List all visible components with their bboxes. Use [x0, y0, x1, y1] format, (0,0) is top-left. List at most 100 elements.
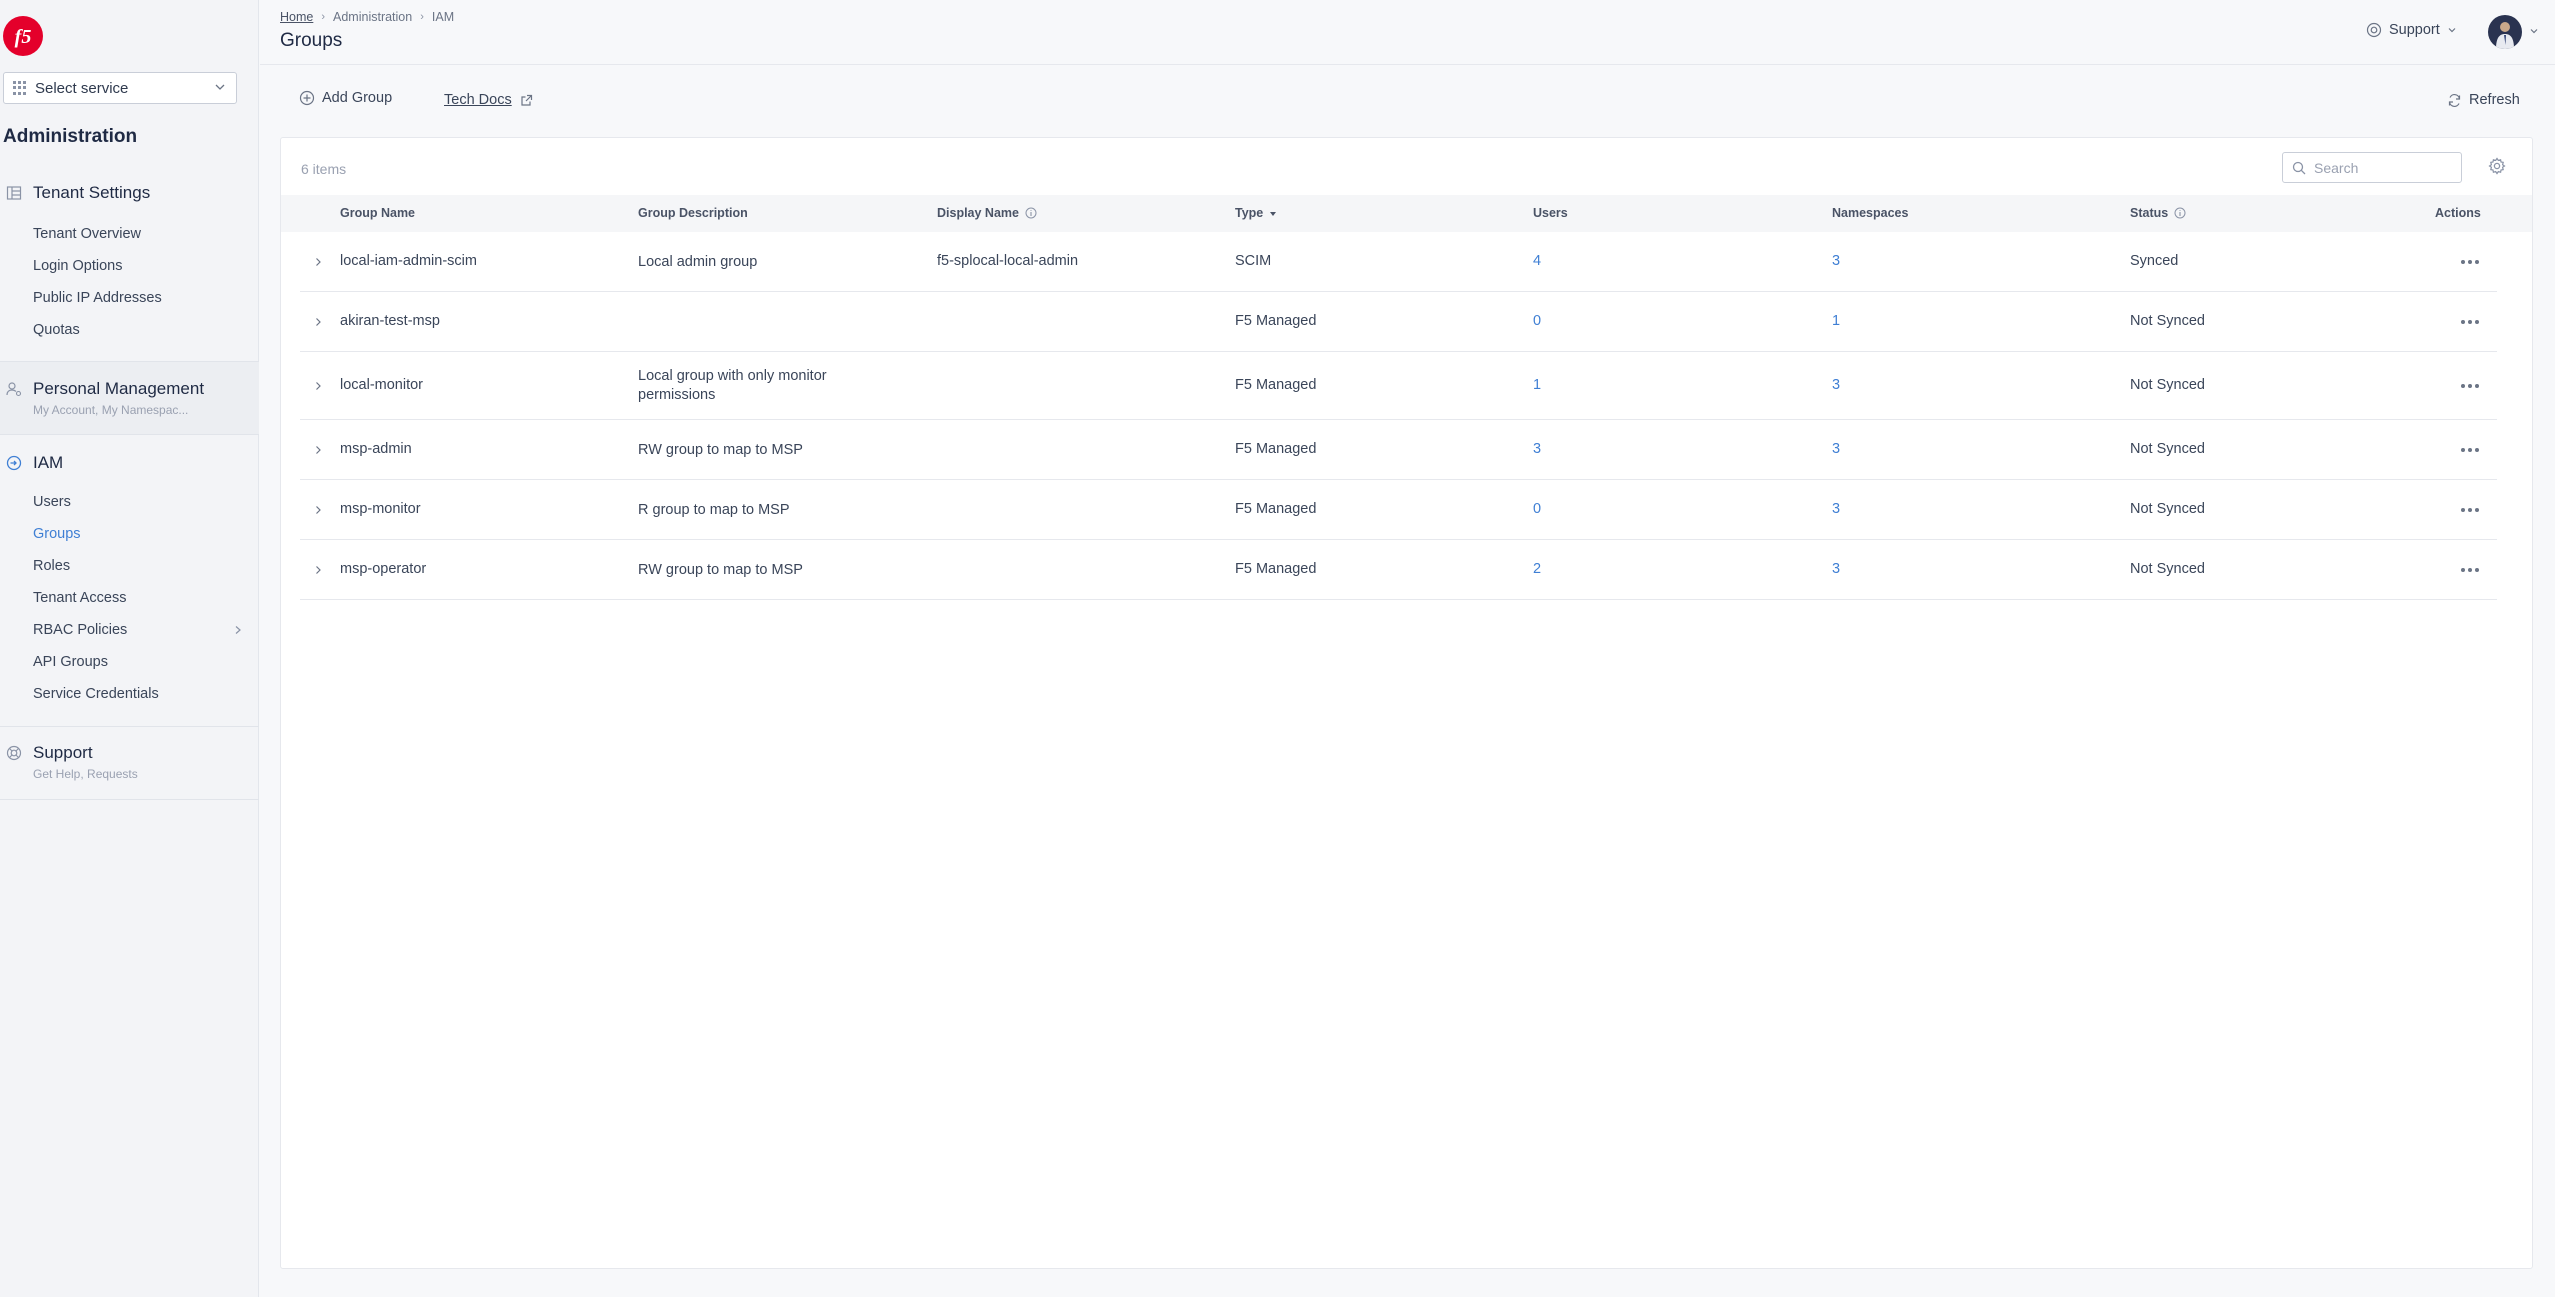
select-service-dropdown[interactable]: Select service [3, 72, 237, 104]
page-title: Groups [280, 30, 343, 51]
sidebar-item-login-options[interactable]: Login Options [33, 258, 122, 274]
group-description: RW group to map to MSP [638, 562, 803, 578]
namespaces-count-link[interactable]: 3 [1832, 377, 1840, 393]
table-header: Group Name Group Description Display Nam… [281, 195, 2532, 232]
sidebar-item-public-ip-addresses[interactable]: Public IP Addresses [33, 290, 162, 306]
sidebar-section-iam[interactable]: IAM [33, 453, 63, 473]
group-name: msp-admin [340, 441, 412, 457]
support-label: Support [2389, 22, 2440, 38]
column-header-group-description[interactable]: Group Description [638, 206, 748, 220]
chevron-down-icon[interactable] [2529, 26, 2539, 36]
sync-status: Not Synced [2130, 313, 2205, 329]
search-field[interactable] [2282, 152, 2462, 183]
chevron-right-icon[interactable] [313, 565, 323, 575]
breadcrumb-separator-icon: › [321, 11, 326, 23]
more-actions-icon[interactable] [2460, 507, 2480, 513]
chevron-right-icon[interactable] [313, 381, 323, 391]
table-row[interactable]: msp-admin RW group to map to MSP F5 Mana… [300, 420, 2497, 480]
column-header-users[interactable]: Users [1533, 206, 1568, 220]
sidebar-item-quotas[interactable]: Quotas [33, 322, 80, 338]
sidebar-divider [0, 726, 259, 727]
sort-down-icon[interactable] [1269, 208, 1277, 218]
column-label: Group Name [340, 206, 416, 220]
namespaces-count-link[interactable]: 1 [1832, 313, 1840, 329]
search-input[interactable] [2314, 159, 2454, 176]
users-count-link[interactable]: 1 [1533, 377, 1541, 393]
plus-circle-icon [299, 90, 315, 106]
group-description: Local admin group [638, 254, 758, 270]
sidebar-item-api-groups[interactable]: API Groups [33, 654, 108, 670]
sidebar-item-users[interactable]: Users [33, 494, 71, 510]
users-count-link[interactable]: 0 [1533, 313, 1541, 329]
sidebar-item-service-credentials[interactable]: Service Credentials [33, 686, 159, 702]
tech-docs-link[interactable]: Tech Docs [444, 92, 533, 108]
group-type: F5 Managed [1235, 561, 1317, 577]
group-name: akiran-test-msp [340, 313, 440, 329]
more-actions-icon[interactable] [2460, 447, 2480, 453]
table-row[interactable]: akiran-test-msp F5 Managed 0 1 Not Synce… [300, 292, 2497, 352]
column-label: Status [2130, 206, 2169, 220]
chevron-right-icon[interactable] [313, 505, 323, 515]
table-row[interactable]: local-monitor Local group with only moni… [300, 352, 2497, 420]
namespaces-count-link[interactable]: 3 [1832, 441, 1840, 457]
column-header-type[interactable]: Type [1235, 206, 1277, 220]
column-label: Namespaces [1832, 206, 1909, 220]
sidebar-item-tenant-access[interactable]: Tenant Access [33, 590, 127, 606]
table-row[interactable]: msp-operator RW group to map to MSP F5 M… [300, 540, 2497, 600]
namespaces-count-link[interactable]: 3 [1832, 501, 1840, 517]
group-description: R group to map to MSP [638, 502, 790, 518]
refresh-button[interactable]: Refresh [2447, 92, 2520, 108]
namespaces-count-link[interactable]: 3 [1832, 561, 1840, 577]
group-type: F5 Managed [1235, 501, 1317, 517]
table-row[interactable]: msp-monitor R group to map to MSP F5 Man… [300, 480, 2497, 540]
group-type: F5 Managed [1235, 313, 1317, 329]
support-menu-button[interactable]: Support [2366, 22, 2457, 38]
person-gear-icon [6, 382, 22, 397]
breadcrumb-home[interactable]: Home [280, 10, 313, 24]
users-count-link[interactable]: 3 [1533, 441, 1541, 457]
sidebar-section-tenant-settings[interactable]: Tenant Settings [33, 183, 150, 203]
personal-management-subtitle: My Account, My Namespac... [33, 403, 189, 417]
group-description: RW group to map to MSP [638, 442, 803, 458]
chevron-right-icon[interactable] [313, 445, 323, 455]
more-actions-icon[interactable] [2460, 259, 2480, 265]
column-header-display-name[interactable]: Display Name [937, 206, 1037, 220]
chevron-right-icon[interactable] [313, 257, 323, 267]
sidebar-section-support[interactable]: Support [33, 743, 93, 763]
sidebar-section-personal-management[interactable]: Personal Management [33, 379, 204, 399]
users-count-link[interactable]: 0 [1533, 501, 1541, 517]
users-count-link[interactable]: 2 [1533, 561, 1541, 577]
column-header-status[interactable]: Status [2130, 206, 2186, 220]
breadcrumb-administration: Administration [333, 10, 413, 24]
column-label: Users [1533, 206, 1568, 220]
sidebar-item-roles[interactable]: Roles [33, 558, 70, 574]
column-header-namespaces[interactable]: Namespaces [1832, 206, 1908, 220]
external-link-icon [521, 94, 532, 106]
chevron-right-icon[interactable] [233, 625, 243, 635]
sidebar-item-tenant-overview[interactable]: Tenant Overview [33, 226, 141, 242]
more-actions-icon[interactable] [2460, 567, 2480, 573]
sidebar-item-rbac-policies[interactable]: RBAC Policies [33, 622, 127, 638]
namespaces-count-link[interactable]: 3 [1832, 253, 1840, 269]
info-icon[interactable] [2174, 207, 2186, 219]
apps-grid-icon [13, 81, 27, 95]
tech-docs-label: Tech Docs [444, 92, 512, 108]
users-count-link[interactable]: 4 [1533, 253, 1541, 269]
sync-status: Not Synced [2130, 561, 2205, 577]
gear-icon[interactable] [2488, 157, 2506, 175]
chevron-right-icon[interactable] [313, 317, 323, 327]
user-avatar[interactable] [2488, 15, 2522, 49]
info-icon[interactable] [1025, 207, 1037, 219]
building-icon [6, 186, 22, 200]
add-group-button[interactable]: Add Group [299, 90, 392, 106]
more-actions-icon[interactable] [2460, 319, 2480, 325]
chevron-down-icon [2448, 28, 2456, 33]
f5-logo[interactable]: f5 [2, 15, 44, 57]
iam-icon [6, 455, 22, 471]
column-header-group-name[interactable]: Group Name [340, 206, 415, 220]
sidebar-item-groups[interactable]: Groups [33, 526, 81, 542]
sync-status: Not Synced [2130, 441, 2205, 457]
table-row[interactable]: local-iam-admin-scim Local admin group f… [300, 232, 2497, 292]
more-actions-icon[interactable] [2460, 383, 2480, 389]
refresh-label: Refresh [2469, 92, 2520, 108]
